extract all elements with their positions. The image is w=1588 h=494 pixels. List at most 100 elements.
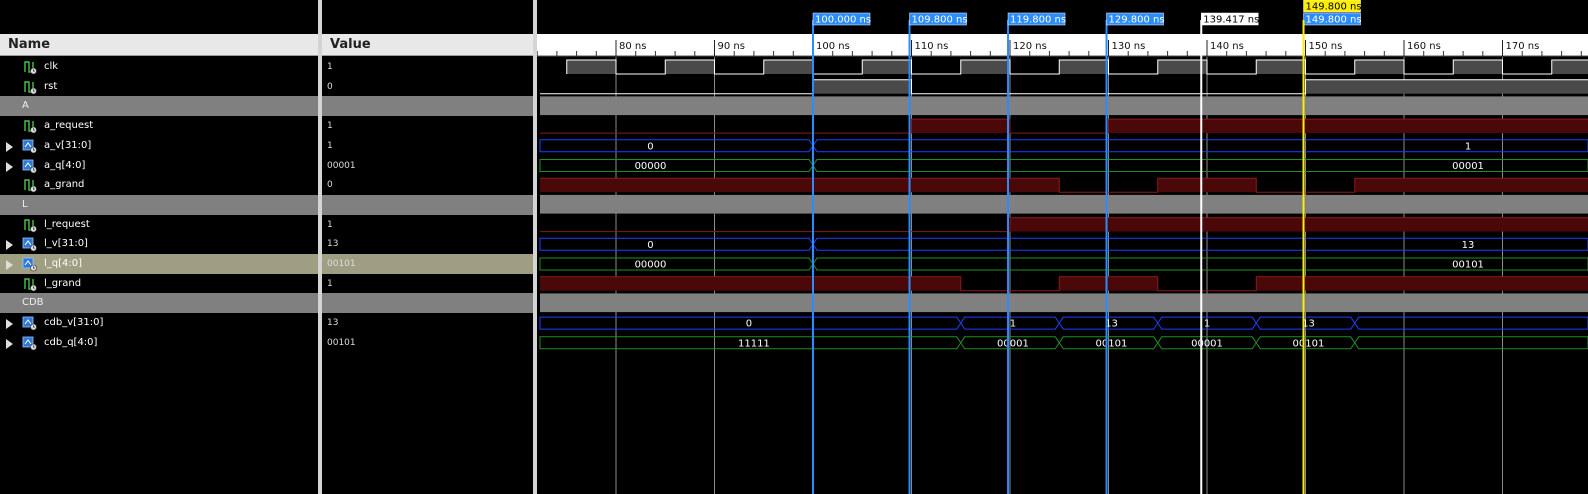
value-row-rst[interactable]: 0 — [322, 77, 533, 97]
name-column-header[interactable]: Name — [0, 34, 318, 56]
group-band-grp-a — [540, 96, 1588, 116]
clk-high-fill — [1157, 60, 1207, 74]
l_grand-high-fill — [540, 276, 961, 291]
a_request-high-fill — [911, 119, 1010, 134]
value-row-l_q[interactable]: 00101 — [322, 254, 533, 274]
signal-name: clk — [44, 61, 59, 72]
logic-signal-icon — [22, 79, 38, 95]
value-row-a_v[interactable]: 1 — [322, 136, 533, 156]
clk-high-fill — [1354, 60, 1404, 74]
value-row-grp-l[interactable] — [322, 194, 533, 215]
expand-arrow-icon[interactable] — [6, 240, 13, 251]
value-row-clk[interactable]: 1 — [322, 57, 533, 77]
clk-high-fill — [862, 60, 912, 74]
clk-high-fill — [1059, 60, 1109, 74]
value-row-l_request[interactable]: 1 — [322, 215, 533, 235]
a_grand-high-fill — [1354, 178, 1588, 193]
waveform-canvas[interactable]: 80 ns 90 ns 100 ns 110 ns 120 ns 130 ns 140 ns… — [537, 0, 1588, 494]
expand-arrow-icon[interactable] — [6, 161, 13, 172]
value-row-l_v[interactable]: 13 — [322, 234, 533, 254]
cdb_v-segment — [1354, 316, 1588, 330]
signal-name: a_v[31:0] — [44, 139, 92, 151]
cdb_v-value-label: 1 — [1010, 319, 1016, 330]
ruler-tick-label: 150 ns — [1309, 41, 1343, 52]
ruler-tick-label: 110 ns — [915, 41, 949, 52]
value-row-a_q[interactable]: 00001 — [322, 156, 533, 176]
cdb_q-value-label: 00001 — [1191, 338, 1223, 349]
ruler-tick-label: 140 ns — [1210, 41, 1244, 52]
signal-value: 00001 — [327, 160, 356, 171]
name-pane: Name clk rst Aa_request a_v[31:0] a_q[4:0] a_… — [0, 0, 318, 494]
signal-row-cdb_q[interactable]: cdb_q[4:0] — [0, 333, 318, 353]
signal-value: 1 — [327, 121, 333, 132]
signal-value: 13 — [327, 239, 339, 250]
cdb_v-value-label: 0 — [746, 319, 752, 330]
l_v-value-label: 0 — [647, 240, 653, 251]
signal-value: 0 — [327, 180, 333, 191]
signal-row-clk[interactable]: clk — [0, 57, 318, 77]
clk-high-fill — [1551, 60, 1588, 74]
logic-signal-icon — [22, 118, 38, 134]
cdb_q-value-label: 00101 — [1293, 338, 1325, 349]
clk-high-fill — [1256, 60, 1306, 74]
l_grand-high-fill — [1059, 276, 1158, 291]
expand-arrow-icon[interactable] — [6, 338, 13, 349]
expand-arrow-icon[interactable] — [6, 319, 13, 330]
logic-signal-icon — [22, 276, 38, 292]
signal-row-cdb_v[interactable]: cdb_v[31:0] — [0, 313, 318, 333]
signal-value: 00101 — [327, 259, 356, 269]
a_v-segment — [539, 139, 814, 153]
bus-signal-icon — [22, 138, 38, 154]
signal-row-a_q[interactable]: a_q[4:0] — [0, 156, 318, 176]
signal-name: l_grand — [44, 277, 82, 289]
cdb_q-value-label: 00001 — [997, 338, 1029, 349]
cursor-label: 119.800 ns — [1010, 15, 1066, 26]
expand-arrow-icon[interactable] — [6, 141, 13, 152]
value-row-a_request[interactable]: 1 — [322, 116, 533, 136]
signal-name: l_q[4:0] — [44, 258, 83, 269]
group-row-grp-l[interactable]: L — [0, 194, 318, 215]
l_q-value-label: 00101 — [1452, 260, 1484, 271]
signal-row-l_v[interactable]: l_v[31:0] — [0, 234, 318, 254]
value-row-grp-cdb[interactable] — [322, 293, 533, 314]
group-row-grp-a[interactable]: A — [0, 96, 318, 117]
l_grand-high-fill — [1256, 276, 1588, 291]
signal-row-rst[interactable]: rst — [0, 77, 318, 97]
expand-arrow-icon[interactable] — [6, 260, 13, 270]
cursor-label: 109.800 ns — [912, 15, 968, 26]
cdb_q-value-label: 00101 — [1096, 338, 1128, 349]
waveform-pane[interactable]: 80 ns 90 ns 100 ns 110 ns 120 ns 130 ns 140 ns… — [537, 0, 1588, 494]
signal-value: 0 — [327, 81, 333, 92]
signal-row-l_grand[interactable]: l_grand — [0, 274, 318, 294]
ruler-tick-label: 170 ns — [1506, 41, 1540, 52]
group-row-grp-cdb[interactable]: CDB — [0, 293, 318, 314]
value-column-header[interactable]: Value — [322, 34, 533, 56]
a_grand-high-fill — [540, 178, 1060, 193]
cdb_v-value-label: 1 — [1204, 319, 1210, 330]
signal-row-l_q[interactable]: l_q[4:0] — [0, 254, 318, 274]
signal-row-l_request[interactable]: l_request — [0, 215, 318, 235]
bus-signal-icon — [22, 315, 38, 331]
a_v-value-label: 1 — [1465, 141, 1471, 152]
signal-row-a_request[interactable]: a_request — [0, 116, 318, 136]
l_q-value-label: 00000 — [635, 260, 667, 271]
l_v-value-label: 13 — [1462, 240, 1475, 251]
l_v-segment — [539, 237, 814, 251]
signal-name: l_request — [44, 218, 90, 230]
value-pane: Value 1 0 1 1 00001 0 1 13 00101 1 13 00101 — [322, 0, 533, 494]
a_q-value-label: 00001 — [1452, 161, 1484, 172]
cursor-label: 139.417 ns — [1203, 15, 1259, 26]
signal-row-a_grand[interactable]: a_grand — [0, 175, 318, 195]
value-row-cdb_v[interactable]: 13 — [322, 313, 533, 333]
value-row-cdb_q[interactable]: 00101 — [322, 333, 533, 353]
l_request-high-fill — [1010, 217, 1588, 232]
value-row-a_grand[interactable]: 0 — [322, 175, 533, 195]
value-row-l_grand[interactable]: 1 — [322, 274, 533, 294]
signal-row-a_v[interactable]: a_v[31:0] — [0, 136, 318, 156]
ruler-tick-label: 90 ns — [718, 41, 745, 52]
value-row-grp-a[interactable] — [322, 96, 533, 117]
cursor-label: 149.800 ns — [1306, 15, 1362, 26]
ruler-tick-label: 80 ns — [619, 41, 646, 52]
bus-signal-icon — [22, 158, 38, 174]
clk-high-fill — [763, 60, 813, 74]
